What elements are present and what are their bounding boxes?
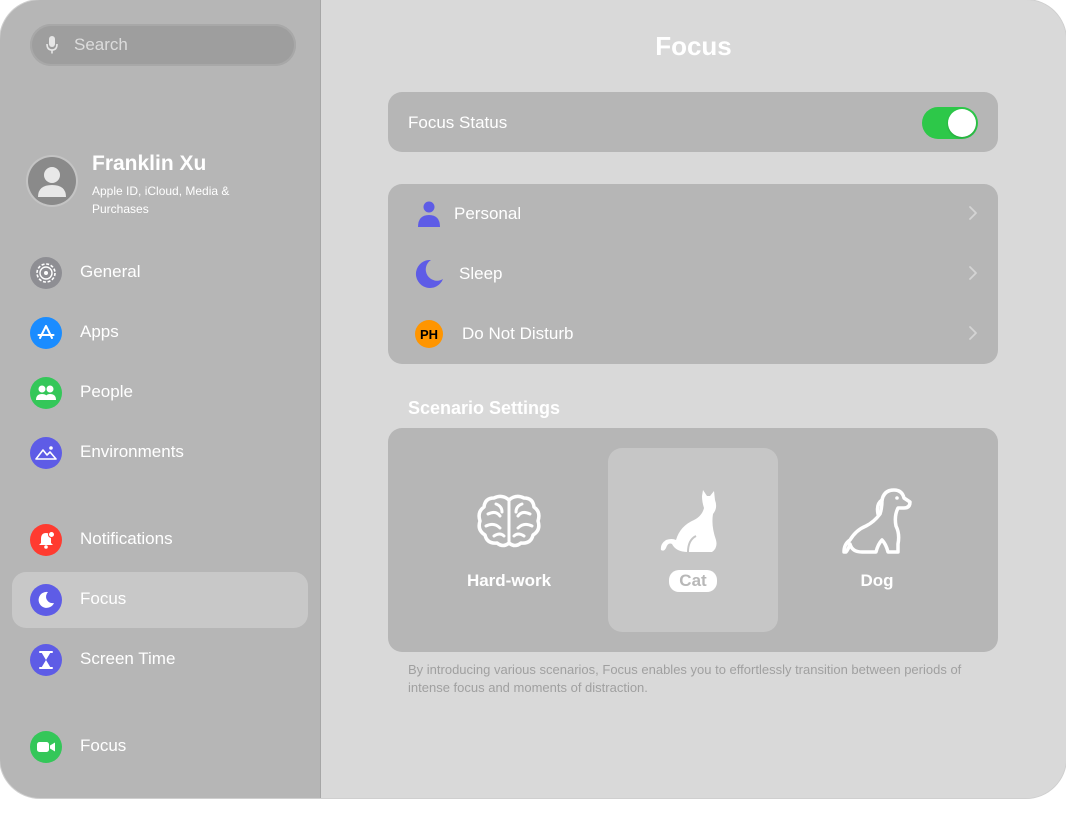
video-camera-icon [30,731,62,763]
sidebar: Search Franklin Xu Apple ID, iCloud, Med… [0,0,321,798]
search-input[interactable]: Search [74,35,128,55]
scenario-hard-work[interactable]: Hard-work [424,448,594,632]
focus-mode-label: Do Not Disturb [462,324,574,343]
scenario-label: Dog [860,571,894,590]
focus-mode-personal[interactable]: Personal [388,184,998,244]
sidebar-item-focus-video[interactable]: Focus [12,719,308,775]
cat-icon [658,486,728,556]
scenario-label: Cat [608,570,778,592]
sidebar-item-label: Screen Time [80,649,176,668]
person-icon [414,198,444,230]
chevron-right-icon [968,265,978,281]
focus-status-label: Focus Status [408,113,508,132]
sidebar-item-screen-time[interactable]: Screen Time [12,632,308,688]
gear-icon [30,257,62,289]
search-field[interactable]: Search [30,24,296,66]
sidebar-item-label: Notifications [80,529,173,548]
app-store-icon [30,317,62,349]
focus-mode-do-not-disturb[interactable]: PH Do Not Disturb [388,304,998,364]
apple-id-profile[interactable]: Franklin Xu Apple ID, iCloud, Media & Pu… [28,152,308,222]
sidebar-item-environments[interactable]: Environments [12,425,308,481]
sidebar-item-general[interactable]: General [12,245,308,301]
scenario-cat[interactable]: Cat [608,448,778,632]
brain-icon [474,486,544,556]
avatar[interactable] [28,157,76,205]
sidebar-item-people[interactable]: People [12,365,308,421]
dog-icon [842,486,912,556]
sidebar-item-label: Environments [80,442,184,461]
sidebar-item-focus[interactable]: Focus [12,572,308,628]
scenario-card: Hard-work Cat Dog [388,428,998,652]
page-title: Focus [655,31,732,61]
focus-mode-sleep[interactable]: Sleep [388,244,998,304]
sidebar-item-notifications[interactable]: Notifications [12,512,308,568]
sidebar-item-label: General [80,262,141,281]
main-pane: Focus Focus Status Personal Sleep PH Do … [321,0,1066,798]
sidebar-item-apps[interactable]: Apps [12,305,308,361]
sidebar-item-label: People [80,382,133,401]
scenario-description: By introducing various scenarios, Focus … [408,662,962,695]
moon-icon [414,258,444,290]
scenario-dog[interactable]: Dog [792,448,962,632]
moon-icon [30,584,62,616]
sidebar-item-label: Apps [80,322,119,341]
focus-mode-label: Sleep [459,264,503,283]
bell-icon [30,524,62,556]
chevron-right-icon [968,325,978,341]
toggle-knob [948,109,976,137]
settings-window: Search Franklin Xu Apple ID, iCloud, Med… [0,0,1066,798]
focus-status-toggle[interactable] [922,107,978,139]
focus-mode-label: Personal [454,204,522,223]
focus-status-card: Focus Status [388,92,998,152]
scenario-label: Hard-work [466,571,552,590]
people-icon [30,377,62,409]
sidebar-item-label: Focus [80,736,127,755]
profile-name: Franklin Xu [92,152,207,175]
ph-badge-icon: PH [414,318,444,350]
mic-icon[interactable] [44,35,60,55]
sidebar-item-label: Focus [80,589,127,608]
hourglass-icon [30,644,62,676]
chevron-right-icon [968,205,978,221]
focus-modes-card: Personal Sleep PH Do Not Disturb [388,184,998,364]
scenario-section-title: Scenario Settings [408,398,561,418]
svg-text:PH: PH [420,327,438,342]
profile-subtitle: Apple ID, iCloud, Media & Purchases [92,184,230,216]
mountain-icon [30,437,62,469]
